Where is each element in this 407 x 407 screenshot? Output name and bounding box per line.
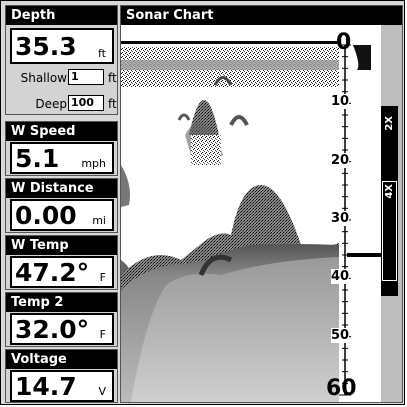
device-screen: Depth 35.3 ft Shallow 1 ft Deep 100 ft W… (0, 0, 405, 405)
surface-band (121, 60, 339, 70)
fish-arch-small-2 (229, 115, 249, 126)
temp2-value: 32.0° (15, 315, 90, 344)
wspeed-panel: W Speed 5.1 mph (5, 121, 118, 176)
depth-title: Depth (6, 6, 117, 25)
shallow-input[interactable]: 1 (68, 69, 104, 85)
sonar-chart-panel[interactable]: Sonar Chart 0 10 20 30 40 50 60 2X 4X (120, 5, 403, 403)
depth-unit: ft (98, 47, 106, 60)
temp2-title: Temp 2 (6, 293, 117, 312)
voltage-panel: Voltage 14.7 V (5, 349, 118, 403)
zoom-4x-label: 4X (384, 184, 395, 199)
deep-input[interactable]: 100 (68, 95, 104, 111)
scale-mark-label: 30 (331, 211, 350, 226)
voltage-unit: V (98, 385, 106, 398)
temp2-value-box: 32.0° F (10, 313, 114, 345)
voltage-value: 14.7 (15, 372, 77, 401)
scale-mark-label: 40 (331, 269, 350, 285)
fish-arch-small-3 (177, 113, 191, 121)
wspeed-unit: mph (81, 157, 106, 170)
data-sidebar: Depth 35.3 ft Shallow 1 ft Deep 100 ft W… (5, 5, 118, 403)
wdistance-value: 0.00 (15, 201, 77, 230)
depth-value: 35.3 (15, 32, 77, 61)
scale-mark-label: 50 (331, 327, 350, 343)
wspeed-title: W Speed (6, 122, 117, 141)
scale-mark-label: 10 (331, 94, 350, 110)
fish-clutter (191, 135, 221, 165)
surface-echo-bar (353, 45, 371, 70)
wdistance-unit: mi (92, 214, 106, 227)
wdistance-panel: W Distance 0.00 mi (5, 178, 118, 233)
voltage-title: Voltage (6, 350, 117, 369)
shallow-unit: ft (108, 71, 117, 85)
bottom-echo-bar (347, 253, 381, 257)
surface-line (121, 41, 339, 44)
wtemp-panel: W Temp 47.2° F (5, 235, 118, 290)
zoom-2x-button[interactable]: 2X (382, 116, 397, 131)
temp2-unit: F (99, 328, 106, 341)
wdistance-title: W Distance (6, 179, 117, 198)
deep-unit: ft (108, 97, 117, 111)
wdistance-value-box: 0.00 mi (10, 199, 114, 231)
shallow-row: Shallow 1 ft (6, 69, 119, 87)
wtemp-unit: F (99, 271, 106, 284)
wspeed-value-box: 5.1 mph (10, 142, 114, 174)
deep-row: Deep 100 ft (6, 95, 119, 113)
wtemp-value-box: 47.2° F (10, 256, 114, 288)
voltage-value-box: 14.7 V (10, 370, 114, 402)
wspeed-value: 5.1 (15, 144, 60, 173)
depth-panel: Depth 35.3 ft Shallow 1 ft Deep 100 ft (5, 5, 118, 115)
zoom-2x-label: 2X (384, 116, 395, 131)
sonar-title: Sonar Chart (121, 6, 402, 25)
scale-top-label: 0 (336, 30, 352, 55)
scale-mark-label: 20 (331, 152, 350, 168)
depth-value-box: 35.3 ft (10, 28, 114, 64)
wtemp-value: 47.2° (15, 258, 90, 287)
temp2-panel: Temp 2 32.0° F (5, 292, 118, 347)
zoom-4x-button[interactable]: 4X (382, 181, 397, 281)
sonar-display[interactable] (121, 25, 402, 402)
shallow-label: Shallow (20, 71, 67, 85)
zoom-bar: 2X 4X (381, 106, 398, 296)
scale-bottom-label: 60 (326, 376, 357, 401)
left-structure-1 (121, 165, 130, 207)
wtemp-title: W Temp (6, 236, 117, 255)
deep-label: Deep (35, 97, 67, 111)
